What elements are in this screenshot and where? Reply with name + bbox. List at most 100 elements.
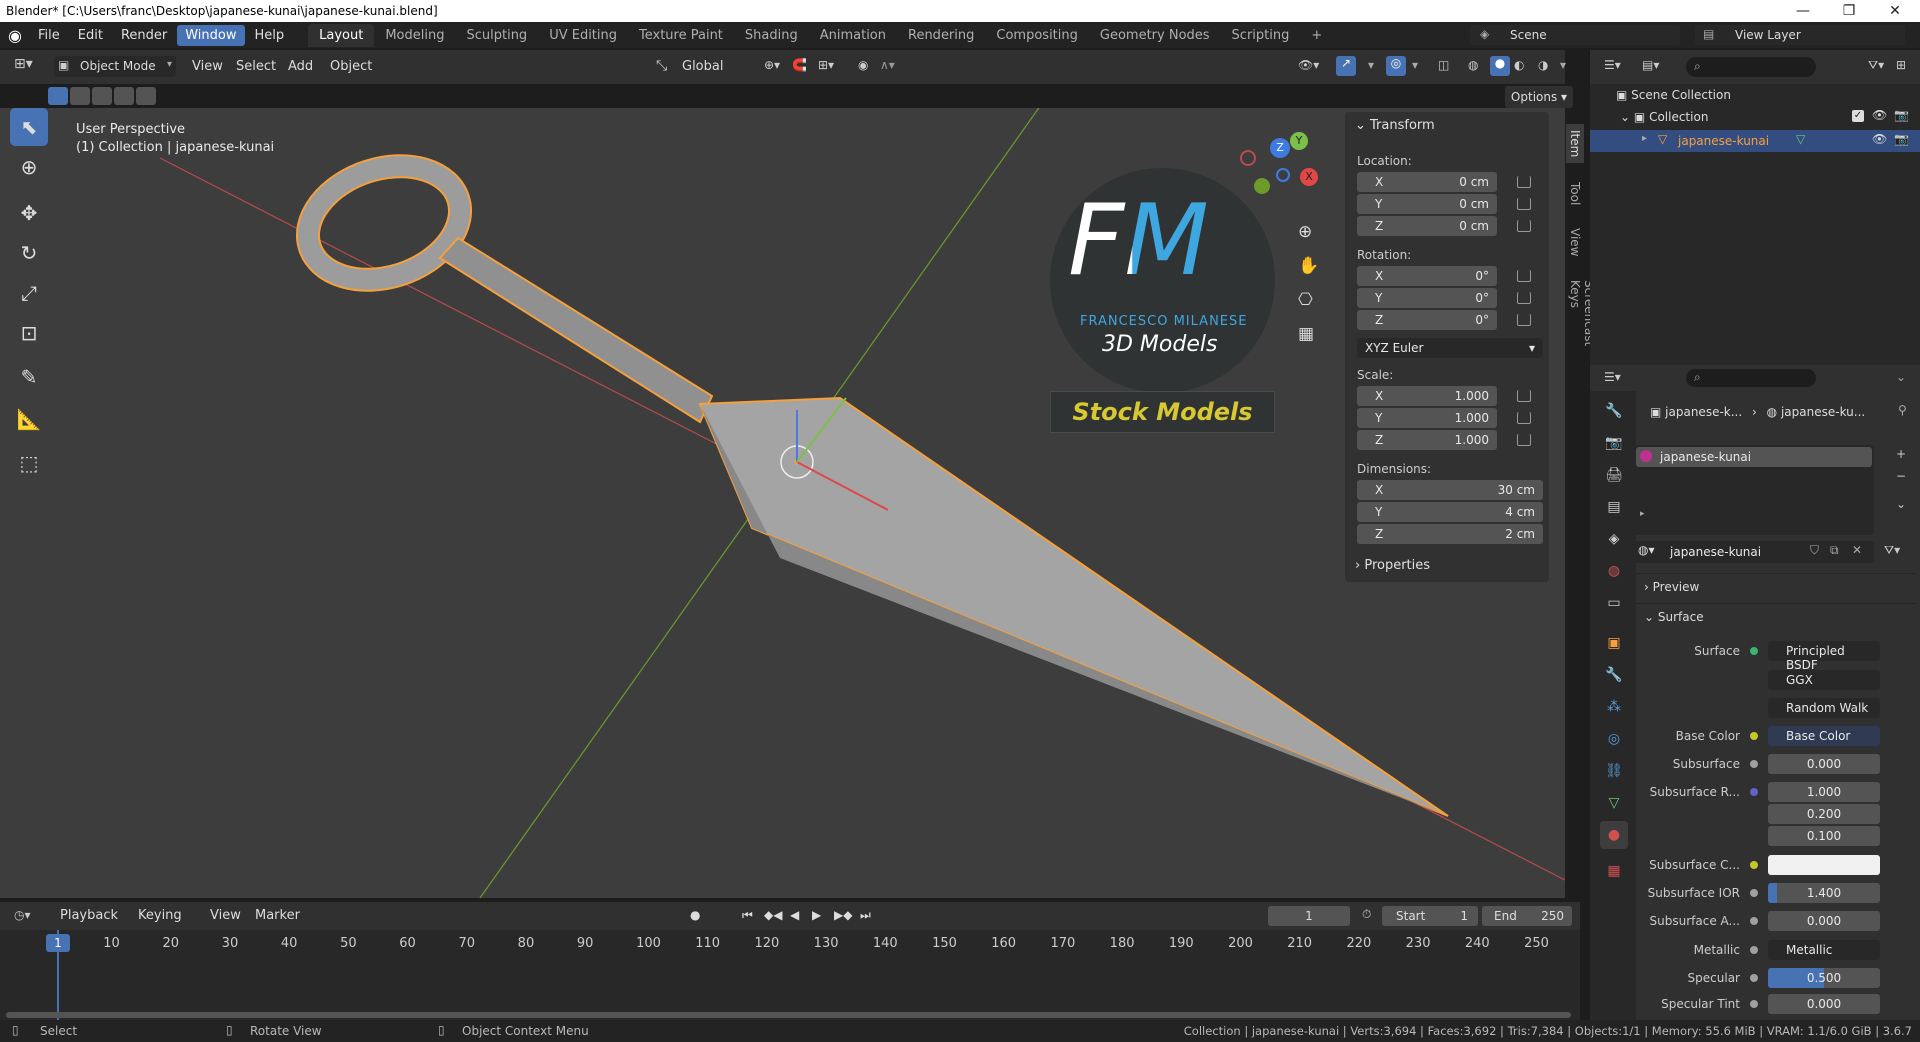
- object-properties-icon[interactable]: ▣: [1600, 629, 1628, 657]
- surface-section-header[interactable]: ⌄ Surface: [1636, 603, 1916, 627]
- minimize-button[interactable]: —: [1780, 0, 1826, 22]
- timeline-editor-icon[interactable]: ◷▾: [14, 908, 31, 922]
- scale-y-field[interactable]: Y 1.000: [1357, 408, 1497, 428]
- snap-icon[interactable]: 🧲: [792, 58, 807, 72]
- tab-scripting[interactable]: Scripting: [1221, 24, 1301, 47]
- blender-logo-icon[interactable]: ◉: [0, 26, 30, 45]
- x-axis-icon[interactable]: X: [1300, 168, 1318, 186]
- navigation-gizmo[interactable]: Z Y X: [1240, 132, 1320, 212]
- fake-user-icon[interactable]: ⛉: [1810, 543, 1819, 558]
- property-field[interactable]: Random Walk: [1768, 698, 1880, 718]
- render-properties-icon[interactable]: 📷: [1600, 429, 1628, 457]
- socket-icon[interactable]: [1750, 861, 1758, 869]
- move-tool-icon[interactable]: ✥: [10, 194, 48, 232]
- property-field[interactable]: 0.000: [1768, 994, 1880, 1014]
- property-field[interactable]: 1.400: [1768, 883, 1880, 903]
- scale-z-field[interactable]: Z 1.000: [1357, 430, 1497, 450]
- rotate-tool-icon[interactable]: ↻: [10, 234, 48, 272]
- outliner-editor-icon[interactable]: ☰▾: [1604, 58, 1621, 72]
- select-extend-icon[interactable]: [70, 87, 90, 105]
- timeline-menu-keying[interactable]: Keying: [138, 908, 182, 923]
- orientation-dropdown[interactable]: Global: [682, 59, 723, 74]
- property-field[interactable]: GGX: [1768, 670, 1880, 690]
- filter-icon[interactable]: ⛛▾: [1868, 58, 1884, 73]
- tab-compositing[interactable]: Compositing: [985, 24, 1089, 47]
- scale-tool-icon[interactable]: ⤢: [10, 274, 48, 312]
- location-y-field[interactable]: Y 0 cm: [1357, 194, 1497, 214]
- scene-collection-row[interactable]: ▣ Scene Collection: [1616, 88, 1731, 102]
- wireframe-shading-icon[interactable]: ◍: [1468, 58, 1478, 72]
- rotation-z-field[interactable]: Z 0°: [1357, 310, 1497, 330]
- property-field[interactable]: Base Color: [1768, 726, 1880, 746]
- options-dropdown[interactable]: Options ▾: [1505, 86, 1573, 108]
- outliner-search-input[interactable]: ⌕: [1686, 57, 1816, 77]
- timeline-menu-view[interactable]: View: [210, 908, 241, 923]
- camera-icon[interactable]: ⎔: [1298, 290, 1313, 310]
- jump-start-icon[interactable]: ⏮: [742, 908, 753, 923]
- property-field[interactable]: 0.000: [1768, 911, 1880, 931]
- location-z-field[interactable]: Z 0 cm: [1357, 216, 1497, 236]
- socket-icon[interactable]: [1750, 1000, 1758, 1008]
- object-row-japanese-kunai[interactable]: ▸ ▽ japanese-kunai ▽ 👁 📷: [1590, 130, 1920, 152]
- preview-section-header[interactable]: › Preview: [1636, 573, 1916, 597]
- tab-texture-paint[interactable]: Texture Paint: [628, 24, 734, 47]
- checkbox-icon[interactable]: ✓: [1852, 110, 1864, 122]
- add-workspace-button[interactable]: +: [1300, 24, 1333, 47]
- chevron-down-icon[interactable]: ▾: [1412, 58, 1418, 72]
- neg-z-icon[interactable]: [1276, 168, 1290, 182]
- tab-geometry-nodes[interactable]: Geometry Nodes: [1089, 24, 1221, 47]
- socket-icon[interactable]: [1750, 788, 1758, 796]
- property-field[interactable]: 0.000: [1768, 754, 1880, 774]
- material-properties-icon[interactable]: ●: [1600, 821, 1628, 849]
- editor-type-icon[interactable]: ⊞▾: [14, 56, 33, 72]
- remove-slot-icon[interactable]: −: [1896, 469, 1906, 483]
- chevron-down-icon[interactable]: ▾: [1560, 58, 1566, 72]
- world-properties-icon[interactable]: ◍: [1600, 557, 1628, 585]
- lock-icon[interactable]: [1517, 434, 1531, 446]
- duplicate-icon[interactable]: ⧉: [1830, 543, 1839, 558]
- dimension-x-field[interactable]: X 30 cm: [1357, 480, 1543, 500]
- chevron-down-icon[interactable]: ▾: [1368, 58, 1374, 72]
- pivot-icon[interactable]: ⊕▾: [764, 58, 780, 72]
- transform-header[interactable]: ⌄ Transform: [1355, 118, 1435, 133]
- viewport-menu-view[interactable]: View: [192, 59, 223, 74]
- expand-chevron-icon[interactable]: ▸: [1640, 509, 1645, 519]
- select-invert-icon[interactable]: [114, 87, 134, 105]
- y-axis-icon[interactable]: Y: [1290, 132, 1308, 150]
- menu-window[interactable]: Window: [177, 24, 245, 46]
- lock-icon[interactable]: [1517, 270, 1531, 282]
- menu-render[interactable]: Render: [113, 25, 175, 46]
- tab-uv-editing[interactable]: UV Editing: [538, 24, 628, 47]
- material-slot-item[interactable]: japanese-kunai: [1636, 447, 1872, 467]
- camera-render-icon[interactable]: 📷: [1894, 108, 1909, 122]
- tab-animation[interactable]: Animation: [809, 24, 897, 47]
- pan-hand-icon[interactable]: ✋: [1298, 256, 1319, 276]
- output-properties-icon[interactable]: 🖨: [1600, 461, 1628, 489]
- play-reverse-icon[interactable]: ◀: [790, 908, 799, 922]
- menu-edit[interactable]: Edit: [70, 25, 111, 46]
- z-axis-icon[interactable]: Z: [1270, 138, 1290, 158]
- lock-icon[interactable]: [1517, 220, 1531, 232]
- select-new-icon[interactable]: [48, 87, 68, 105]
- overlays-toggle-icon[interactable]: ◎: [1386, 56, 1406, 76]
- unlink-icon[interactable]: ✕: [1852, 543, 1862, 557]
- display-mode-icon[interactable]: ▤▾: [1642, 58, 1659, 72]
- viewport-menu-object[interactable]: Object: [330, 59, 372, 74]
- data-properties-icon[interactable]: ▽: [1600, 789, 1628, 817]
- dimension-z-field[interactable]: Z 2 cm: [1357, 524, 1543, 544]
- camera-render-icon[interactable]: 📷: [1894, 132, 1909, 146]
- tab-shading[interactable]: Shading: [734, 24, 809, 47]
- socket-icon[interactable]: [1750, 917, 1758, 925]
- record-icon[interactable]: ●: [690, 908, 700, 922]
- menu-help[interactable]: Help: [247, 25, 293, 46]
- timeline-menu-playback[interactable]: Playback: [60, 908, 118, 923]
- xray-icon[interactable]: ◫: [1438, 58, 1449, 72]
- view-layer-properties-icon[interactable]: ▤: [1600, 493, 1628, 521]
- solid-shading-icon[interactable]: ●: [1490, 56, 1510, 76]
- tab-modeling[interactable]: Modeling: [374, 24, 455, 47]
- socket-icon[interactable]: [1750, 946, 1758, 954]
- property-field[interactable]: Metallic: [1768, 940, 1880, 960]
- tab-tool[interactable]: Tool: [1566, 176, 1584, 211]
- chevron-down-icon[interactable]: ⌄: [1896, 370, 1906, 384]
- current-frame-field[interactable]: 1: [1268, 906, 1350, 926]
